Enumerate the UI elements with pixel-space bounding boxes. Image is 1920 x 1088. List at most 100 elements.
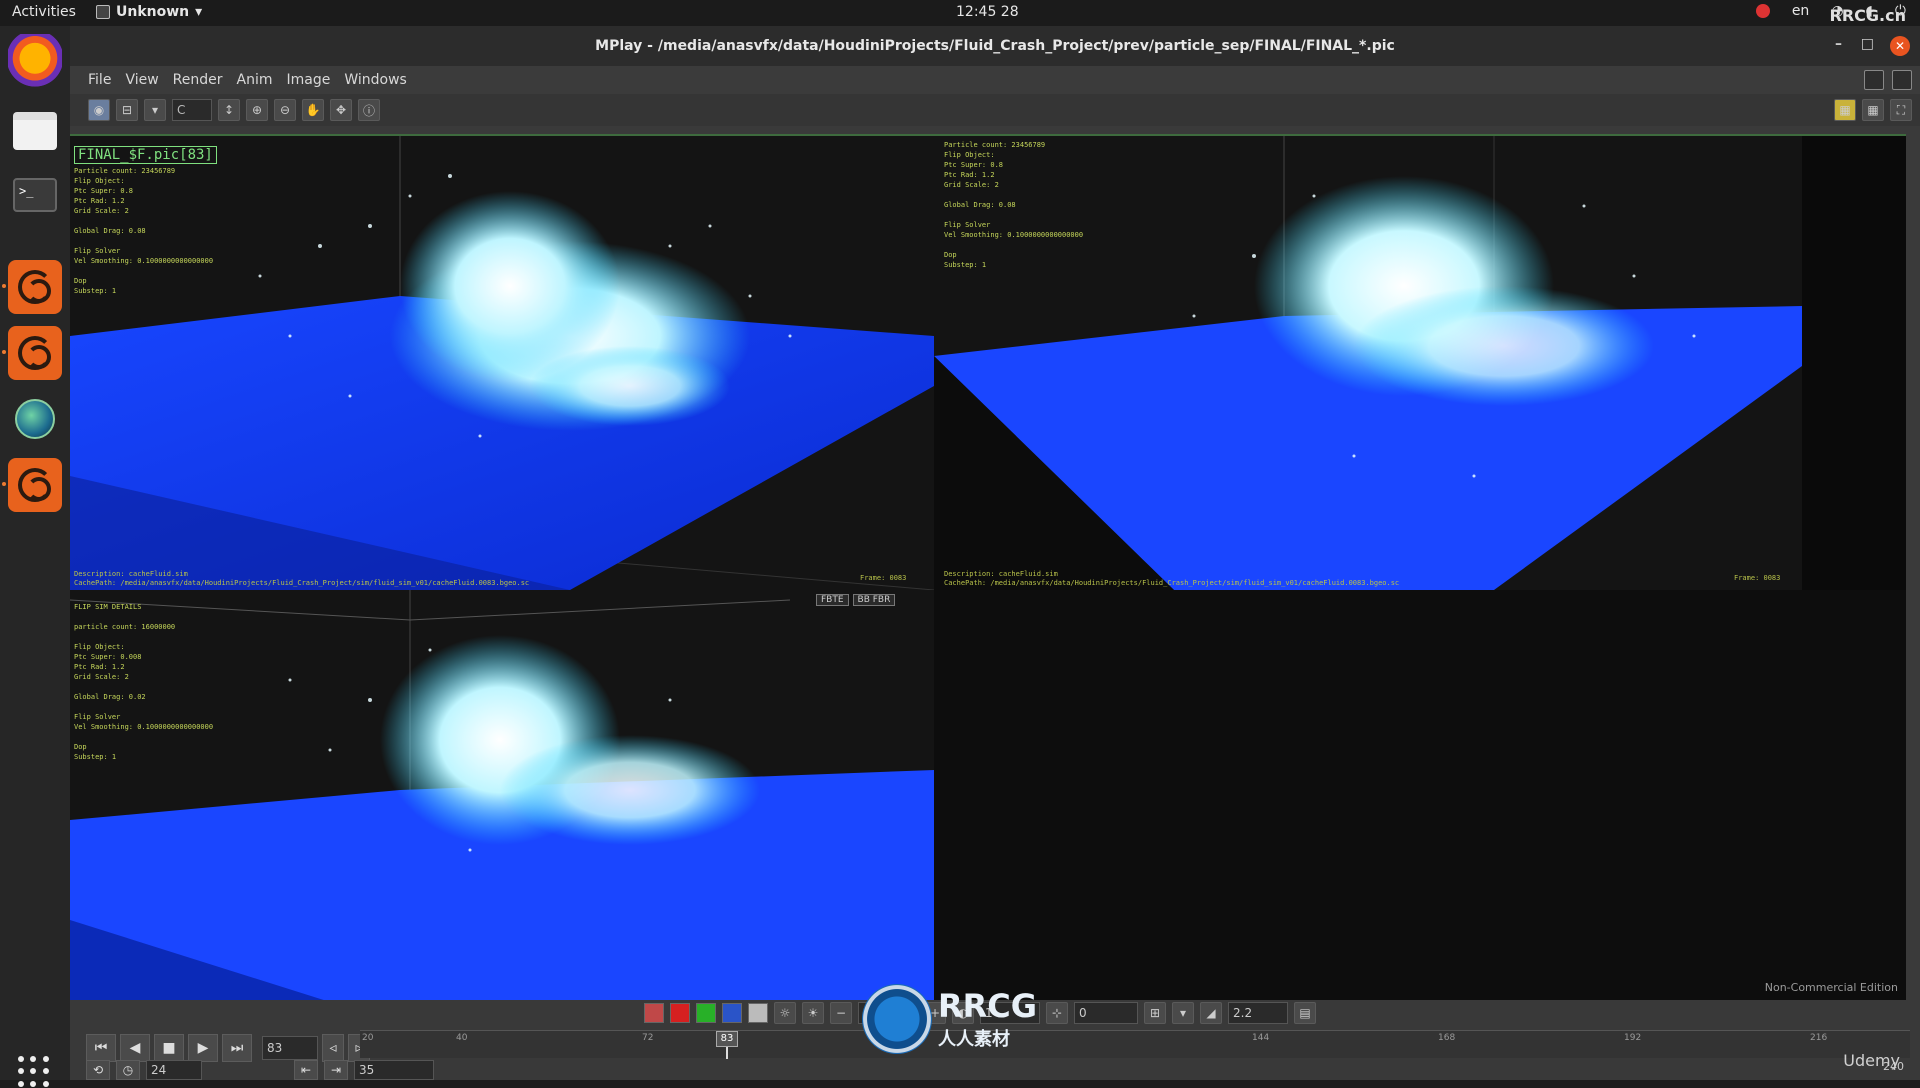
jump-start-icon[interactable]: ⏮	[86, 1034, 116, 1062]
non-commercial-label: Non-Commercial Edition	[1765, 981, 1898, 994]
image-pane-top-right[interactable]: Particle count: 23456789 Flip Object: Pt…	[934, 136, 1802, 590]
watermark-cn-text: 人人素材	[938, 1025, 1037, 1051]
pane-button-2[interactable]: BB FBR	[853, 594, 896, 606]
menu-image[interactable]: Image	[287, 72, 331, 88]
mplay-window: MPlay - /media/anasvfx/data/HoudiniProje…	[70, 26, 1920, 1080]
offset-icon[interactable]: ⊹	[1046, 1002, 1068, 1024]
compare-icon[interactable]: ⊟	[116, 99, 138, 121]
playhead-marker[interactable]: 83	[716, 1031, 738, 1047]
menu-render[interactable]: Render	[173, 72, 223, 88]
terminal-icon[interactable]: >_	[8, 168, 62, 222]
stepper-icon[interactable]: ↕	[218, 99, 240, 121]
app-menu[interactable]: Unknown ▾	[96, 4, 202, 20]
menu-file[interactable]: File	[88, 72, 111, 88]
brightness-icon[interactable]: ☼	[774, 1002, 796, 1024]
gamma-field[interactable]: 2.2	[1228, 1002, 1288, 1024]
sim-stats-overlay: Particle count: 23456789 Flip Object: Pt…	[74, 166, 213, 296]
view-mode-icon[interactable]: ◉	[88, 99, 110, 121]
histogram-icon[interactable]: ▤	[1294, 1002, 1316, 1024]
loop-icon[interactable]: ⟲	[86, 1060, 110, 1080]
image-pane-top-left[interactable]: FINAL_$F.pic[83] Particle count: 2345678…	[70, 136, 934, 590]
blue-channel-icon[interactable]	[722, 1003, 742, 1023]
single-view-icon[interactable]: ▦	[1834, 99, 1856, 121]
minimize-icon[interactable]: –	[1835, 36, 1842, 52]
zoom-in-icon[interactable]: ⊕	[246, 99, 268, 121]
menu-windows[interactable]: Windows	[344, 72, 407, 88]
watermark-circle-icon	[862, 984, 932, 1054]
range-end-icon[interactable]: ⇥	[324, 1060, 348, 1080]
houdini-icon[interactable]	[8, 458, 62, 512]
stop-icon[interactable]: ■	[154, 1034, 184, 1062]
green-channel-icon[interactable]	[696, 1003, 716, 1023]
zoom-out-icon[interactable]: ⊖	[274, 99, 296, 121]
language-selector[interactable]: en	[1792, 3, 1810, 19]
description-line: Description: cacheFluid.sim	[74, 570, 188, 578]
image-pane-bottom-left[interactable]: FBTE BB FBR FLIP SIM DETAILS particle co…	[70, 590, 934, 1002]
minus-icon[interactable]: −	[830, 1002, 852, 1024]
realtime-icon[interactable]: ◷	[116, 1060, 140, 1080]
houdini-icon[interactable]	[8, 326, 62, 380]
pan-icon[interactable]: ✋	[302, 99, 324, 121]
float-icon[interactable]	[1892, 70, 1912, 90]
activities-button[interactable]: Activities	[12, 4, 76, 20]
terminal-screen: >_	[13, 178, 57, 212]
jump-end-icon[interactable]: ⏭	[222, 1034, 252, 1062]
tick-label: 168	[1438, 1033, 1455, 1043]
red-channel-icon[interactable]	[670, 1003, 690, 1023]
active-indicator	[2, 350, 6, 354]
exposure-icon[interactable]: ☀	[802, 1002, 824, 1024]
dropdown-icon[interactable]: ▾	[144, 99, 166, 121]
close-icon[interactable]: ✕	[1890, 36, 1910, 56]
watermark-text: RRCG 人人素材	[938, 987, 1037, 1051]
houdini-swirl-icon	[18, 270, 52, 304]
fullscreen-icon[interactable]: ⛶	[1890, 99, 1912, 121]
sim-stats-overlay: FLIP SIM DETAILS particle count: 1600000…	[74, 602, 213, 762]
window-titlebar[interactable]: MPlay - /media/anasvfx/data/HoudiniProje…	[70, 26, 1920, 66]
lut-icon[interactable]: ⊞	[1144, 1002, 1166, 1024]
files-icon[interactable]	[8, 104, 62, 158]
dropdown-icon[interactable]: ▾	[1172, 1002, 1194, 1024]
frame-number: Frame: 0083	[1734, 574, 1780, 582]
folder-icon	[13, 112, 57, 150]
houdini-icon[interactable]	[8, 260, 62, 314]
globe-app-icon[interactable]	[8, 392, 62, 446]
cache-path-line: CachePath: /media/anasvfx/data/HoudiniPr…	[74, 579, 529, 587]
right-strip	[1802, 136, 1906, 590]
channel-field[interactable]: C	[172, 99, 212, 121]
prev-key-icon[interactable]: ◃	[322, 1034, 344, 1062]
layout-icon[interactable]	[1864, 70, 1884, 90]
fps-field[interactable]: 24	[146, 1060, 202, 1080]
dock: >_	[0, 26, 70, 1080]
menu-view[interactable]: View	[125, 72, 158, 88]
quad-view-icon[interactable]: ▦	[1862, 99, 1884, 121]
cache-path-line: CachePath: /media/anasvfx/data/HoudiniPr…	[944, 579, 1399, 587]
corner-watermark: RRCG.cn	[1830, 6, 1906, 25]
firefox-icon[interactable]	[8, 34, 62, 88]
record-indicator-icon[interactable]	[1756, 4, 1770, 18]
tick-label: 40	[456, 1033, 467, 1043]
maximize-icon[interactable]: □	[1861, 36, 1874, 52]
offset-field[interactable]: 0	[1074, 1002, 1138, 1024]
udemy-watermark: Udemy	[1843, 1051, 1900, 1070]
pane-button-1[interactable]: FBTE	[816, 594, 849, 606]
play-icon[interactable]: ▶	[188, 1034, 218, 1062]
info-icon[interactable]: ⓘ	[358, 99, 380, 121]
range-start-field[interactable]: 35	[354, 1060, 434, 1080]
timeline-slider[interactable]: 20 40 72 96 144 168 192 216 83	[360, 1030, 1910, 1058]
clock[interactable]: 12:45 28	[956, 4, 1019, 20]
app-menu-icon	[96, 5, 110, 19]
transport-buttons: ⏮ ◀ ■ ▶ ⏭ 83 ◃ ▹	[86, 1034, 370, 1062]
show-applications-icon[interactable]	[18, 1056, 50, 1088]
range-start-icon[interactable]: ⇤	[294, 1060, 318, 1080]
home-icon[interactable]: ✥	[330, 99, 352, 121]
frame-number: Frame: 0083	[860, 574, 906, 582]
current-frame-field[interactable]: 83	[262, 1036, 318, 1060]
step-back-icon[interactable]: ◀	[120, 1034, 150, 1062]
viewport[interactable]: FINAL_$F.pic[83] Particle count: 2345678…	[70, 134, 1906, 1000]
tick-label: 72	[642, 1033, 653, 1043]
gamma-icon[interactable]: ◢	[1200, 1002, 1222, 1024]
image-pane-bottom-right[interactable]: Non-Commercial Edition	[934, 590, 1906, 1002]
menu-anim[interactable]: Anim	[237, 72, 273, 88]
all-channels-icon[interactable]	[644, 1003, 664, 1023]
alpha-channel-icon[interactable]	[748, 1003, 768, 1023]
